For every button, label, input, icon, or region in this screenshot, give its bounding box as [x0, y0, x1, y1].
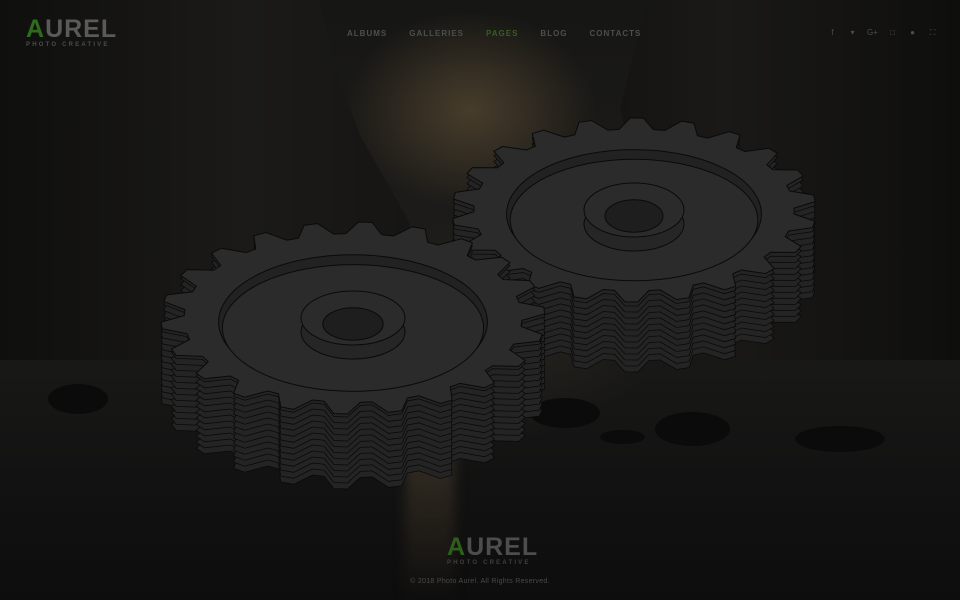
- facebook-icon[interactable]: f: [827, 27, 838, 38]
- gear-axle-hole: [322, 307, 384, 341]
- site-header: AUREL PHOTO CREATIVE ALBUMS GALLERIES PA…: [0, 0, 960, 70]
- logo-text: UREL: [45, 15, 118, 43]
- logo-tagline: PHOTO CREATIVE: [26, 42, 110, 48]
- nav-item-pages[interactable]: PAGES: [486, 29, 518, 38]
- nav-item-contacts[interactable]: CONTACTS: [590, 29, 642, 38]
- footer-logo-text: UREL: [466, 533, 539, 561]
- site-logo[interactable]: AUREL PHOTO CREATIVE: [26, 15, 118, 49]
- nav-item-galleries[interactable]: GALLERIES: [409, 29, 464, 38]
- logo-accent-letter: A: [26, 15, 46, 43]
- footer-logo[interactable]: AUREL PHOTO CREATIVE: [447, 533, 539, 567]
- footer-logo-tagline: PHOTO CREATIVE: [447, 560, 531, 566]
- pinterest-icon[interactable]: ●: [907, 27, 918, 38]
- social-links: f ▾ G+ □ ● ⛶: [818, 27, 938, 38]
- copyright-text: © 2018 Photo Aurel. All Rights Reserved.: [410, 578, 550, 585]
- gear-left: [160, 221, 546, 490]
- footer-logo-accent-letter: A: [447, 533, 467, 561]
- footer-logo-wordmark: AUREL: [447, 533, 539, 561]
- main-navigation: ALBUMS GALLERIES PAGES BLOG CONTACTS: [336, 29, 652, 38]
- gear-axle-hole: [604, 199, 664, 233]
- nav-item-albums[interactable]: ALBUMS: [347, 29, 387, 38]
- gears-illustration: [160, 117, 816, 490]
- nav-item-blog[interactable]: BLOG: [540, 29, 567, 38]
- instagram-icon[interactable]: □: [887, 27, 898, 38]
- twitter-icon[interactable]: ▾: [847, 27, 858, 38]
- logo-wordmark: AUREL: [26, 15, 118, 43]
- fullscreen-icon[interactable]: ⛶: [927, 27, 938, 38]
- google-plus-icon[interactable]: G+: [867, 27, 878, 38]
